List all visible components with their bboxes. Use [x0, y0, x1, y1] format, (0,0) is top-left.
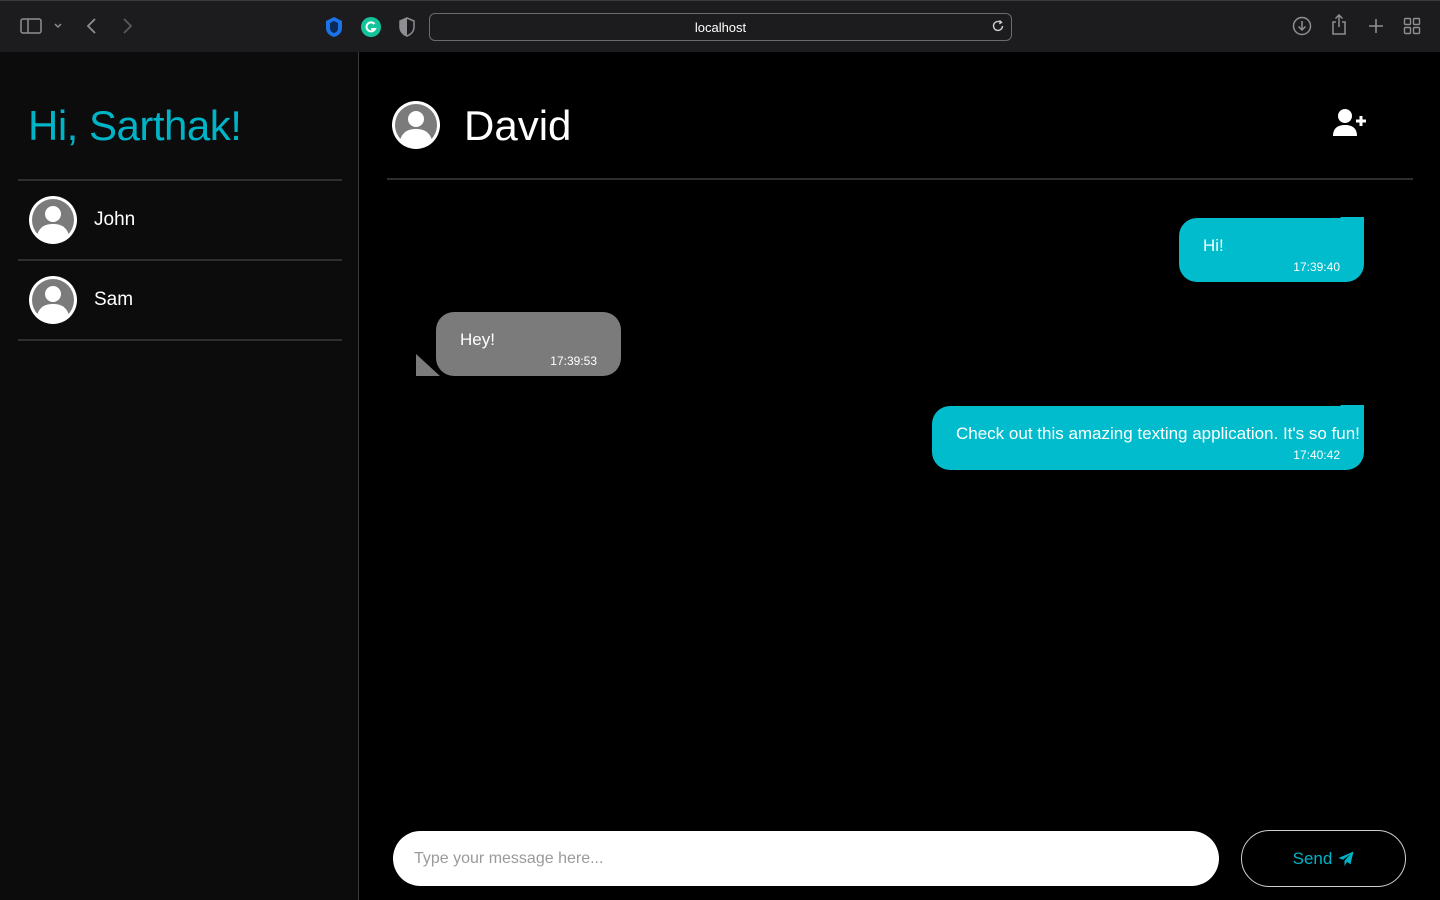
sidebar: Hi, Sarthak! John Sam [0, 52, 359, 900]
downloads-icon[interactable] [1292, 16, 1312, 36]
chat-header: David [387, 52, 1413, 180]
extension-shield-icon[interactable] [323, 16, 345, 38]
message-bubble-outgoing: Hi! 17:39:40 [1179, 218, 1364, 282]
contact-name: John [94, 209, 136, 230]
message-bubble-incoming: Hey! 17:39:53 [436, 312, 621, 376]
back-icon[interactable] [84, 17, 100, 35]
browser-toolbar: localhost [0, 0, 1440, 52]
contact-item-sam[interactable]: Sam [18, 261, 342, 341]
message-input[interactable] [393, 831, 1219, 886]
tab-overview-icon[interactable] [1403, 17, 1421, 35]
forward-icon[interactable] [119, 17, 135, 35]
address-bar[interactable]: localhost [429, 13, 1012, 41]
contact-list: John Sam [18, 179, 342, 341]
contact-item-john[interactable]: John [18, 181, 342, 261]
share-icon[interactable] [1330, 14, 1348, 36]
paper-plane-icon [1338, 851, 1354, 866]
greeting-heading: Hi, Sarthak! [28, 102, 242, 149]
new-tab-icon[interactable] [1367, 17, 1385, 35]
address-bar-text: localhost [694, 19, 747, 35]
message-text: Check out this amazing texting applicati… [956, 424, 1360, 443]
contact-name: Sam [94, 289, 134, 310]
sidebar-toggle-icon[interactable] [20, 17, 42, 35]
send-button-label: Send [1292, 848, 1333, 868]
message-text: Hi! [1203, 236, 1224, 255]
chevron-down-icon[interactable] [53, 21, 63, 31]
message-time: 17:40:42 [1293, 448, 1340, 462]
avatar-icon [29, 196, 77, 244]
message-time: 17:39:53 [550, 354, 597, 368]
send-button[interactable]: Send [1241, 830, 1406, 887]
message-bubble-outgoing: Check out this amazing texting applicati… [932, 406, 1364, 470]
reload-icon[interactable] [991, 19, 1005, 36]
grammarly-icon[interactable] [360, 16, 382, 38]
add-user-icon[interactable] [1333, 108, 1367, 138]
chat-panel: David Hi! 17:39:40 Hey! 17:39:53 Check o… [360, 52, 1440, 900]
message-text: Hey! [460, 330, 495, 349]
chat-title: David [464, 102, 572, 149]
privacy-shield-icon[interactable] [398, 17, 416, 37]
message-time: 17:39:40 [1293, 260, 1340, 274]
avatar-icon [29, 276, 77, 324]
avatar-icon [392, 101, 440, 149]
